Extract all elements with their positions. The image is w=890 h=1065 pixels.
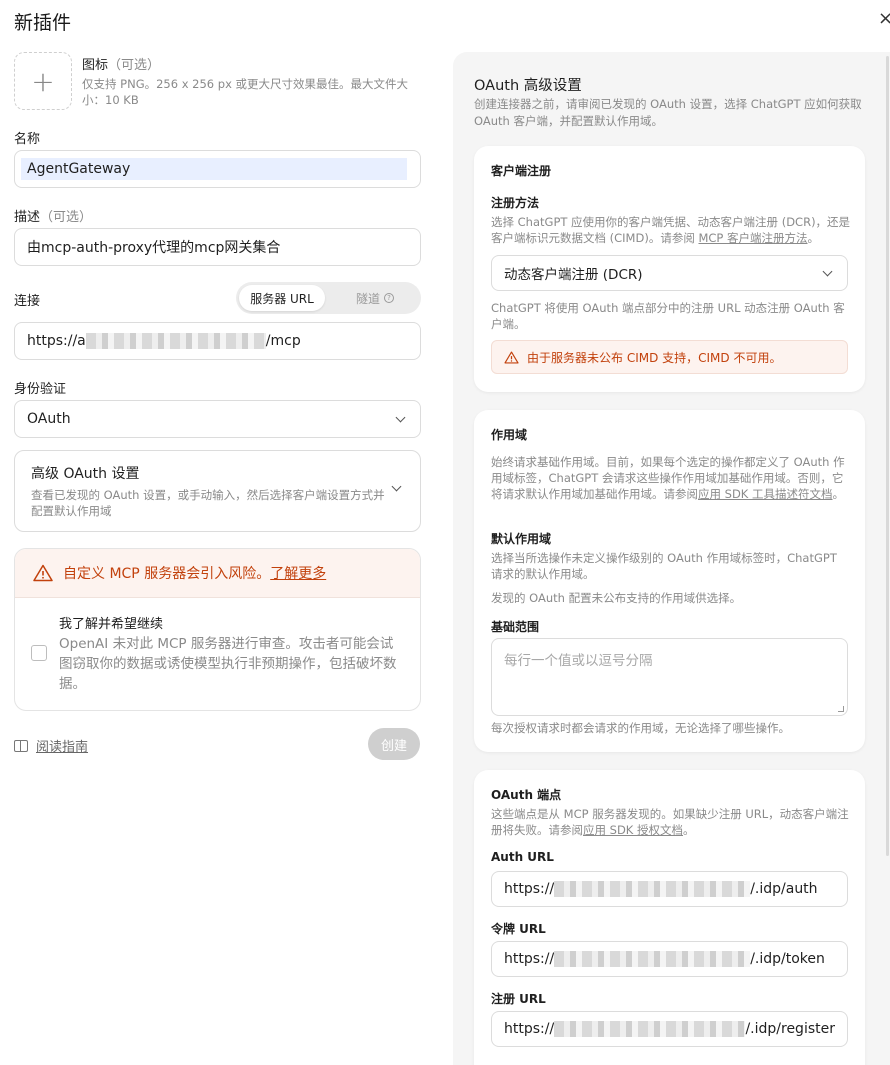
token-url-label: 令牌 URL: [491, 922, 546, 936]
oauth-endpoints-card: OAuth 端点 这些端点是从 MCP 服务器发现的。如果缺少注册 URL，动态…: [474, 770, 865, 1065]
resize-handle-icon[interactable]: [838, 706, 844, 712]
endpoints-desc-end: 。: [683, 823, 695, 837]
default-scopes-note: 发现的 OAuth 配置未公布支持的作用域供选择。: [491, 591, 742, 605]
icon-upload-button[interactable]: +: [14, 52, 72, 110]
register-url-input[interactable]: https:// /.idp/register: [491, 1011, 848, 1047]
panel-title: OAuth 高级设置: [474, 78, 582, 94]
url-prefix: https://: [504, 1021, 555, 1037]
default-scopes-label: 默认作用域: [491, 532, 552, 546]
learn-more-link[interactable]: 了解更多: [270, 566, 326, 582]
description-value: 由mcp-auth-proxy代理的mcp网关集合: [27, 240, 281, 256]
auth-url-label: Auth URL: [491, 850, 554, 864]
scopes-heading: 作用域: [491, 428, 528, 442]
redacted-block: [554, 881, 751, 897]
scopes-desc: 始终请求基础作用域。目前，如果每个选定的操作都定义了 OAuth 作用域标签，C…: [491, 454, 851, 502]
client-reg-heading: 客户端注册: [491, 164, 552, 178]
base-scopes-note: 每次授权请求时都会请求的作用域，无论选择了哪些操作。: [491, 721, 790, 735]
url-suffix: /.idp/auth: [750, 881, 818, 897]
url-suffix: /.idp/register: [745, 1021, 835, 1037]
panel-desc: 创建连接器之前，请审阅已发现的 OAuth 设置，选择 ChatGPT 应如何获…: [474, 97, 862, 128]
scopes-desc-end: 。: [832, 487, 845, 501]
name-value: AgentGateway: [21, 158, 407, 180]
url-suffix: /.idp/token: [750, 951, 825, 967]
cimd-warning: 由于服务器未公布 CIMD 支持，CIMD 不可用。: [491, 340, 848, 374]
risk-warning-box: 自定义 MCP 服务器会引入风险。了解更多 我了解并希望继续 OpenAI 未对…: [14, 548, 421, 711]
connection-type-toggle: 服务器 URL 隧道 ?: [236, 282, 421, 314]
close-icon[interactable]: ×: [878, 8, 890, 29]
register-url-label: 注册 URL: [491, 992, 546, 1006]
optional-tag: （可选）: [108, 58, 161, 73]
token-url-input[interactable]: https:// /.idp/token: [491, 941, 848, 977]
url-suffix: /mcp: [265, 333, 301, 349]
book-icon: [14, 739, 28, 752]
advanced-desc: 查看已发现的 OAuth 设置，或手动输入，然后选择客户端设置方式并配置默认作用…: [31, 488, 385, 518]
tab-tunnel-label: 隧道: [355, 291, 380, 306]
acknowledge-label[interactable]: 我了解并希望继续: [59, 613, 163, 632]
url-prefix: https://: [504, 951, 555, 967]
redacted-block: [85, 333, 266, 349]
help-icon[interactable]: ?: [384, 293, 394, 303]
tab-server-url[interactable]: 服务器 URL: [239, 285, 325, 311]
scopes-card: 作用域 始终请求基础作用域。目前，如果每个选定的操作都定义了 OAuth 作用域…: [474, 410, 865, 752]
risk-warning-header: 自定义 MCP 服务器会引入风险。了解更多: [15, 549, 420, 598]
description-input[interactable]: 由mcp-auth-proxy代理的mcp网关集合: [14, 228, 421, 266]
read-guide-link[interactable]: 阅读指南: [14, 736, 88, 755]
dcr-note: ChatGPT 将使用 OAuth 端点部分中的注册 URL 动态注册 OAut…: [491, 301, 845, 331]
plus-icon: +: [31, 64, 55, 98]
method-desc-end: 。: [807, 231, 820, 245]
name-input[interactable]: AgentGateway: [14, 150, 421, 188]
tab-tunnel[interactable]: 隧道 ?: [332, 285, 418, 311]
auth-label: 身份验证: [14, 382, 67, 397]
optional-tag: （可选）: [40, 210, 93, 225]
chevron-down-icon: [822, 266, 833, 276]
auth-value: OAuth: [27, 411, 71, 427]
redacted-block: [554, 951, 751, 967]
base-scopes-placeholder: 每行一个值或以逗号分隔: [504, 653, 653, 669]
icon-label-text: 图标: [82, 58, 109, 73]
method-desc: 选择 ChatGPT 应使用你的客户端凭据、动态客户端注册 (DCR)，还是客户…: [491, 214, 851, 246]
mcp-client-reg-link[interactable]: MCP 客户端注册方法: [698, 231, 807, 245]
chevron-down-icon: [395, 412, 406, 422]
icon-hint: 仅支持 PNG。256 x 256 px 或更大尺寸效果最佳。最大文件大小：10…: [82, 77, 409, 107]
endpoints-heading: OAuth 端点: [491, 788, 562, 802]
cimd-warning-text: 由于服务器未公布 CIMD 支持，CIMD 不可用。: [527, 350, 782, 365]
url-prefix: https://: [504, 881, 555, 897]
warning-icon: [33, 564, 53, 582]
sdk-auth-docs-link[interactable]: 应用 SDK 授权文档: [583, 823, 683, 837]
base-scopes-label: 基础范围: [491, 620, 540, 634]
method-label: 注册方法: [491, 196, 540, 210]
acknowledge-desc: OpenAI 未对此 MCP 服务器进行审查。攻击者可能会试图窃取你的数据或诱使…: [59, 636, 397, 692]
oauth-advanced-panel: OAuth 高级设置 创建连接器之前，请审阅已发现的 OAuth 设置，选择 C…: [453, 52, 890, 1065]
registration-method-value: 动态客户端注册 (DCR): [504, 267, 643, 283]
auth-url-input[interactable]: https:// /.idp/auth: [491, 871, 848, 907]
url-prefix: https://a: [27, 333, 86, 349]
panel-scrollbar[interactable]: [886, 56, 889, 856]
name-label: 名称: [14, 132, 41, 147]
advanced-title: 高级 OAuth 设置: [31, 466, 140, 482]
icon-label: 图标（可选）: [82, 54, 160, 73]
warning-icon: [504, 351, 519, 363]
client-registration-card: 客户端注册 注册方法 选择 ChatGPT 应使用你的客户端凭据、动态客户端注册…: [474, 146, 865, 392]
connection-label: 连接: [14, 294, 41, 309]
chevron-down-icon: [391, 481, 402, 492]
endpoints-desc: 这些端点是从 MCP 服务器发现的。如果缺少注册 URL，动态客户端注册将失败。…: [491, 806, 851, 838]
risk-warning-text: 自定义 MCP 服务器会引入风险。: [63, 566, 271, 582]
base-scopes-textarea[interactable]: 每行一个值或以逗号分隔: [491, 638, 848, 716]
server-url-input[interactable]: https://a /mcp: [14, 322, 421, 360]
dialog-title: 新插件: [14, 12, 72, 34]
create-button[interactable]: 创建: [368, 728, 420, 760]
registration-method-select[interactable]: 动态客户端注册 (DCR): [491, 255, 848, 291]
description-label: 描述（可选）: [14, 206, 92, 225]
advanced-oauth-toggle[interactable]: 高级 OAuth 设置 查看已发现的 OAuth 设置，或手动输入，然后选择客户…: [14, 450, 421, 532]
sdk-tool-desc-link[interactable]: 应用 SDK 工具描述符文档: [698, 487, 833, 501]
auth-select[interactable]: OAuth: [14, 400, 421, 438]
description-label-text: 描述: [14, 210, 41, 225]
read-guide-label: 阅读指南: [36, 740, 89, 755]
acknowledge-checkbox[interactable]: [31, 645, 47, 661]
redacted-block: [554, 1021, 746, 1037]
default-scopes-desc: 选择当所选操作未定义操作级别的 OAuth 作用域标签时，ChatGPT 请求的…: [491, 551, 837, 581]
